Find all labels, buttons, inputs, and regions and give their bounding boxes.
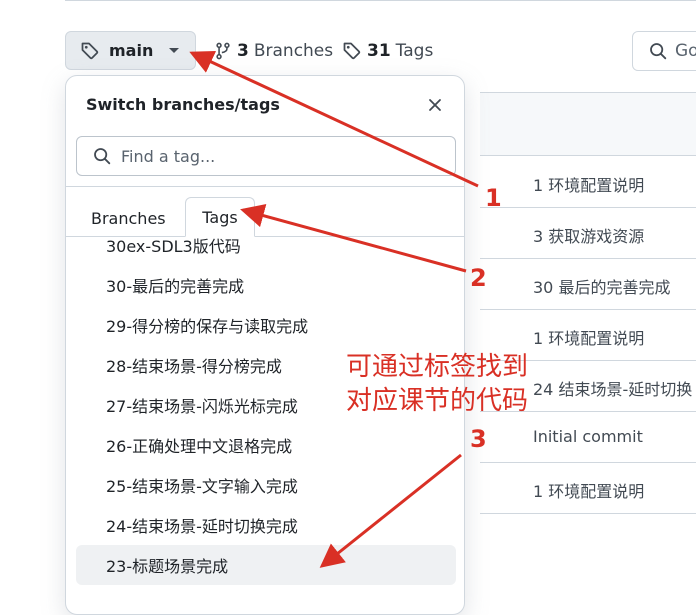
file-table-header <box>480 92 696 156</box>
branch-selector-button[interactable]: main <box>65 31 196 70</box>
search-icon <box>650 43 667 60</box>
commit-message[interactable]: 30 最后的完善完成 <box>533 274 670 298</box>
tab-branches[interactable]: Branches <box>91 209 166 228</box>
commit-message[interactable]: 3 获取游戏资源 <box>533 223 644 247</box>
filter-placeholder: Find a tag... <box>121 146 216 166</box>
branch-button-label: main <box>109 41 154 60</box>
tags-link[interactable]: 31 Tags <box>342 40 433 62</box>
tags-count: 31 <box>367 41 391 61</box>
switch-branches-tags-dropdown: Switch branches/tags Find a tag... Branc… <box>65 75 465 615</box>
close-icon[interactable] <box>424 94 446 116</box>
branches-label: Branches <box>253 41 334 61</box>
file-search-input[interactable]: Go <box>632 31 696 71</box>
branches-link[interactable]: 3 Branches <box>214 40 333 62</box>
commit-message[interactable]: 1 环境配置说明 <box>533 325 644 349</box>
tag-icon <box>81 42 99 59</box>
tag-item[interactable]: 28-结束场景-得分榜完成 <box>76 345 456 385</box>
commit-message[interactable]: 24 结束场景-延时切换 <box>533 376 692 400</box>
tag-item[interactable]: 24-结束场景-延时切换完成 <box>76 505 456 545</box>
branches-count: 3 <box>237 41 249 61</box>
tab-tags[interactable]: Tags <box>185 197 255 237</box>
commit-message[interactable]: Initial commit <box>533 427 643 446</box>
dropdown-title: Switch branches/tags <box>86 95 280 114</box>
tag-icon <box>343 42 361 60</box>
tag-item-selected[interactable]: 23-标题场景完成 <box>76 545 456 585</box>
tag-item[interactable]: 26-正确处理中文退格完成 <box>76 425 456 465</box>
search-icon <box>94 148 111 165</box>
commit-message[interactable]: 1 环境配置说明 <box>533 478 644 502</box>
tag-item[interactable]: 25-结束场景-文字输入完成 <box>76 465 456 505</box>
tag-filter-input[interactable]: Find a tag... <box>76 136 456 176</box>
tag-item[interactable]: 27-结束场景-闪烁光标完成 <box>76 385 456 425</box>
caret-down-icon <box>169 48 180 53</box>
tab-tags-label: Tags <box>202 207 238 227</box>
tag-item[interactable]: 30-最后的完善完成 <box>76 265 456 305</box>
tag-item[interactable]: 29-得分榜的保存与读取完成 <box>76 305 456 345</box>
tag-list: 30ex-SDL3版代码 30-最后的完善完成 29-得分榜的保存与读取完成 2… <box>66 237 464 614</box>
search-text: Go <box>675 41 696 61</box>
git-branch-icon <box>216 42 230 60</box>
commit-message[interactable]: 1 环境配置说明 <box>533 172 644 196</box>
top-divider <box>65 0 696 1</box>
tags-label: Tags <box>395 41 434 61</box>
tag-item[interactable]: 30ex-SDL3版代码 <box>76 237 456 265</box>
divider <box>66 186 464 187</box>
